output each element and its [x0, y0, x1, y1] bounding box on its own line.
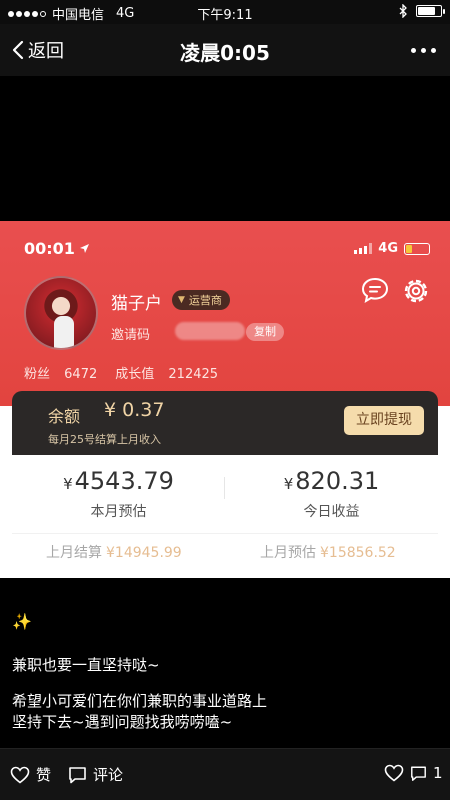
- currency-symbol: ¥: [63, 475, 73, 493]
- signal-bars-icon: [354, 243, 373, 254]
- inner-network: 4G: [378, 241, 398, 256]
- currency-symbol: ¥: [283, 475, 294, 493]
- comment-icon: [411, 766, 426, 781]
- earnings-panel: ¥4543.79 本月预估 ¥820.31 今日收益 上月结算 ¥14945.99…: [12, 455, 438, 568]
- battery-fill: [418, 7, 435, 15]
- more-dot-icon: [421, 48, 426, 53]
- status-bar: 中国电信 4G 下午9:11: [0, 0, 450, 24]
- month-estimate-amount: 4543.79: [74, 467, 174, 495]
- like-count-button[interactable]: 1: [384, 764, 443, 782]
- last-month-row: 上月结算 ¥14945.99 上月预估 ¥15856.52: [12, 533, 438, 568]
- last-month-estimate: 上月预估 ¥15856.52: [260, 542, 396, 562]
- post-text-line: 兼职也要一直坚持哒~: [12, 656, 160, 674]
- avatar[interactable]: [24, 276, 98, 350]
- inner-time: 00:01: [24, 239, 75, 258]
- settlement-note: 每月25号结算上月收入: [48, 433, 161, 446]
- battery-icon: [416, 5, 445, 17]
- invite-code-label: 邀请码: [111, 328, 151, 343]
- role-badge-label: 运营商: [188, 294, 222, 307]
- fans-stat: 粉丝 6472: [24, 363, 97, 382]
- last-month-settled-label: 上月结算: [46, 545, 102, 561]
- inner-status-time: 00:01: [24, 239, 90, 258]
- like-count: 1: [433, 764, 443, 782]
- fans-value: 6472: [64, 367, 98, 382]
- heart-icon: [10, 766, 30, 784]
- badge-triangle-icon: ▼: [178, 295, 185, 305]
- last-month-estimate-value: ¥15856.52: [320, 545, 396, 561]
- bluetooth-icon: [399, 4, 407, 18]
- fans-label: 粉丝: [24, 367, 51, 382]
- last-month-estimate-label: 上月预估: [260, 545, 316, 561]
- sparkle-emoji: ✨: [12, 612, 32, 631]
- invite-code-blurred: [175, 322, 245, 340]
- post-image[interactable]: 00:01 4G 猫子户 ▼ 运营商 邀请码 复制 粉丝 6472 成长值 21…: [0, 221, 450, 578]
- today-income: ¥820.31 今日收益: [225, 467, 438, 521]
- inner-battery-fill: [406, 244, 412, 253]
- balance-label: 余额: [48, 407, 81, 426]
- heart-icon: [384, 764, 404, 782]
- today-income-label: 今日收益: [303, 504, 360, 520]
- month-estimate: ¥4543.79 本月预估: [12, 467, 225, 521]
- last-month-settled: 上月结算 ¥14945.99: [46, 542, 182, 562]
- nav-bar: 返回 凌晨0:05: [0, 24, 450, 76]
- post-text-line: 坚持下去~遇到问题找我唠唠嗑~: [12, 713, 233, 731]
- gear-icon[interactable]: [401, 276, 431, 306]
- page-title: 凌晨0:05: [180, 41, 270, 65]
- post-text-line: 希望小可爱们在你们兼职的事业道路上: [12, 692, 268, 710]
- like-button[interactable]: 赞: [10, 764, 51, 785]
- withdraw-button[interactable]: 立即提现: [344, 406, 424, 435]
- copy-button[interactable]: 复制: [246, 323, 284, 341]
- inner-battery-icon: [404, 242, 430, 255]
- comment-label: 评论: [93, 766, 124, 784]
- role-badge: ▼ 运营商: [172, 290, 230, 310]
- month-estimate-value: ¥4543.79: [12, 467, 225, 495]
- status-right: [399, 4, 445, 18]
- more-dot-icon: [431, 48, 436, 53]
- status-time: 下午9:11: [197, 8, 253, 23]
- today-income-value: ¥820.31: [225, 467, 438, 495]
- more-button[interactable]: [411, 48, 436, 53]
- growth-stat: 成长值 212425: [115, 363, 218, 382]
- balance-value: ¥ 0.37: [104, 399, 165, 421]
- growth-value: 212425: [168, 367, 219, 382]
- more-dot-icon: [411, 48, 416, 53]
- comment-button[interactable]: 评论: [68, 764, 123, 785]
- last-month-settled-value: ¥14945.99: [106, 545, 182, 561]
- today-income-amount: 820.31: [295, 467, 380, 495]
- growth-label: 成长值: [115, 367, 155, 382]
- comment-icon: [69, 766, 86, 783]
- inner-status-right: 4G: [354, 241, 430, 256]
- month-estimate-label: 本月预估: [90, 504, 147, 520]
- like-label: 赞: [36, 766, 52, 784]
- username: 猫子户: [111, 294, 162, 314]
- message-icon[interactable]: [361, 276, 389, 304]
- profile-header: 00:01 4G 猫子户 ▼ 运营商 邀请码 复制 粉丝 6472 成长值 21…: [0, 221, 450, 406]
- location-arrow-icon: [79, 244, 89, 253]
- balance-card: 余额 ¥ 0.37 每月25号结算上月收入 立即提现: [12, 391, 438, 455]
- profile-stats: 粉丝 6472 成长值 212425: [24, 363, 218, 382]
- bottom-action-bar: 赞 评论 1: [0, 748, 450, 800]
